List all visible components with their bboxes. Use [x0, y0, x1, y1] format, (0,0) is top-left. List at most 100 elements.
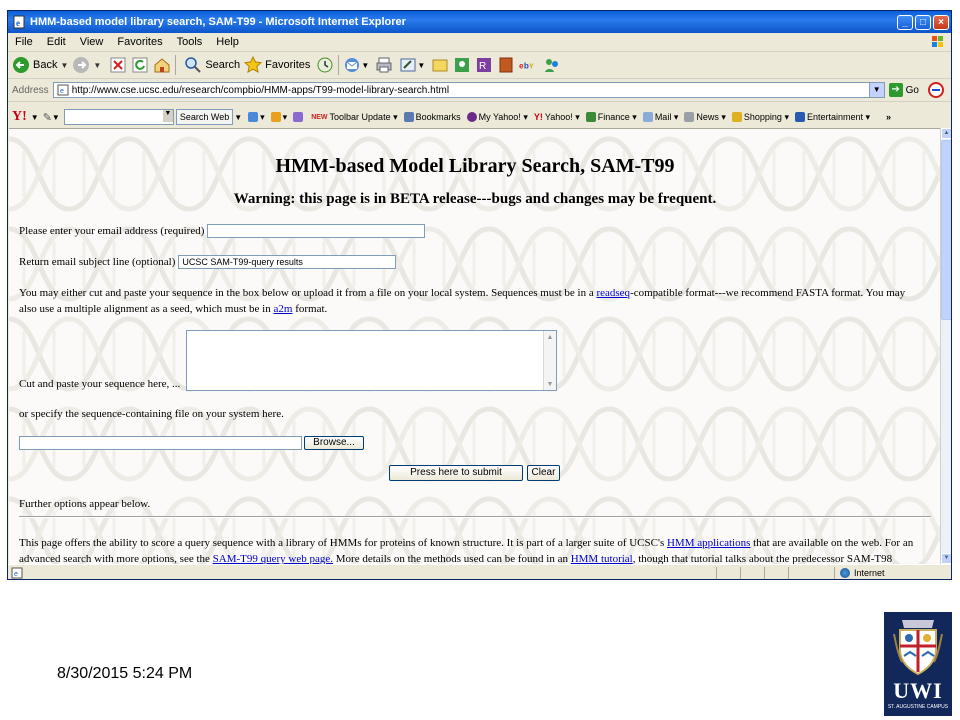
further-options-note: Further options appear below.	[19, 498, 151, 510]
clear-button[interactable]: Clear	[527, 465, 560, 481]
history-icon[interactable]	[316, 56, 334, 74]
yahoo-more-chevron-icon[interactable]: »	[886, 112, 891, 122]
svg-text:e: e	[60, 88, 64, 95]
go-arrow-icon: ➔	[888, 83, 903, 97]
status-cell	[716, 567, 717, 579]
yahoo-toolbar-update[interactable]: NEW Toolbar Update ▾	[311, 112, 397, 123]
home-icon[interactable]	[153, 56, 171, 74]
back-dropdown-icon[interactable]: ▼	[60, 61, 68, 70]
yahoo-logo-dropdown-icon[interactable]: ▼	[31, 113, 39, 122]
yahoo-search-dropdown-icon[interactable]: ▼	[162, 110, 173, 122]
yahoo-lock-icon[interactable]	[293, 112, 305, 122]
yahoo-bookmarks[interactable]: Bookmarks	[403, 112, 461, 122]
refresh-icon[interactable]	[131, 56, 149, 74]
minimize-button[interactable]: _	[897, 14, 913, 30]
textarea-scrollbar[interactable]: ▲ ▼	[543, 331, 556, 390]
edit-dropdown-icon[interactable]: ▼	[417, 61, 425, 70]
zone-label: Internet	[854, 568, 885, 578]
pencil-icon[interactable]: ✎	[43, 111, 52, 124]
page-icon: e	[57, 84, 69, 96]
status-cell	[788, 567, 789, 579]
yahoo-finance[interactable]: Finance ▾	[585, 112, 637, 123]
yahoo-search-input[interactable]: ▼	[63, 109, 174, 125]
mail-dropdown-icon[interactable]: ▼	[361, 61, 369, 70]
hmm-applications-link[interactable]: HMM applications	[667, 537, 750, 549]
sequence-textarea[interactable]: ▲ ▼	[186, 330, 557, 391]
upload-instructions: You may either cut and paste your sequen…	[19, 285, 924, 317]
mail-icon[interactable]	[343, 56, 361, 74]
scroll-down-icon[interactable]: ▼	[941, 553, 951, 564]
yahoo-my-yahoo[interactable]: My Yahoo! ▾	[466, 112, 528, 123]
uwi-campus: ST. AUGUSTINE CAMPUS	[887, 704, 949, 710]
internet-globe-icon	[840, 568, 850, 578]
textarea-scroll-down-icon[interactable]: ▼	[544, 378, 556, 390]
yahoo-popup-blocker-icon[interactable]: ▾	[270, 112, 287, 123]
readseq-link[interactable]: readseq	[596, 287, 630, 299]
menu-edit[interactable]: Edit	[40, 36, 73, 48]
forward-dropdown-icon[interactable]: ▼	[93, 61, 101, 70]
menu-file[interactable]: File	[8, 36, 40, 48]
yahoo-entertainment[interactable]: Entertainment ▾	[794, 112, 870, 123]
uwi-wordmark: UWI	[893, 678, 943, 703]
scroll-up-icon[interactable]: ▲	[941, 128, 951, 139]
scroll-thumb[interactable]	[941, 140, 951, 320]
yahoo-shopping[interactable]: Shopping ▾	[731, 112, 789, 123]
email-input[interactable]	[207, 224, 426, 238]
yahoo-logo[interactable]: Y!	[12, 109, 27, 125]
my-yahoo-label: My Yahoo!	[478, 112, 521, 122]
finance-icon	[585, 112, 596, 122]
print-icon[interactable]	[375, 56, 393, 74]
messenger-icon[interactable]	[453, 56, 471, 74]
status-cell	[740, 567, 741, 579]
forward-button[interactable]: ▼	[72, 54, 101, 76]
yahoo-yahoo[interactable]: Y! Yahoo! ▾	[534, 112, 580, 123]
search-web-dropdown-icon[interactable]: ▼	[234, 113, 242, 122]
my-yahoo-icon	[466, 112, 477, 122]
a2m-link[interactable]: a2m	[273, 303, 292, 315]
page-title: HMM-based Model Library Search, SAM-T99	[275, 155, 675, 177]
intro-paragraph: This page offers the ability to score a …	[19, 535, 924, 565]
address-url: http://www.cse.ucsc.edu/research/compbio…	[71, 84, 450, 96]
messenger-buddy-icon[interactable]	[543, 56, 561, 74]
yahoo-news[interactable]: News ▾	[684, 112, 726, 123]
search-button[interactable]: Search	[184, 54, 240, 76]
yahoo-search-web-button[interactable]: Search Web	[175, 109, 234, 125]
research-icon[interactable]: R	[475, 56, 493, 74]
translate-icon[interactable]	[927, 81, 945, 99]
menu-tools[interactable]: Tools	[170, 36, 210, 48]
security-zone: Internet	[840, 568, 885, 578]
address-input[interactable]: e http://www.cse.ucsc.edu/research/compb…	[52, 82, 885, 98]
browser-window: e HMM-based model library search, SAM-T9…	[7, 10, 952, 580]
bookmarks-label: Bookmarks	[415, 112, 461, 122]
pencil-dropdown-icon[interactable]: ▼	[52, 113, 60, 122]
favorites-button[interactable]: Favorites	[244, 54, 310, 76]
email-row: Please enter your email address (require…	[19, 224, 426, 238]
maximize-button[interactable]: □	[915, 14, 931, 30]
file-path-input[interactable]	[19, 436, 302, 450]
slide-timestamp: 8/30/2015 5:24 PM	[57, 665, 193, 682]
menu-favorites[interactable]: Favorites	[110, 36, 169, 48]
go-button[interactable]: ➔ Go	[888, 83, 919, 97]
browse-button[interactable]: Browse...	[304, 436, 364, 450]
subject-input[interactable]: UCSC SAM-T99-query results	[178, 255, 397, 269]
upload-text-a: You may either cut and paste your sequen…	[19, 287, 597, 299]
yahoo-mail[interactable]: Mail ▾	[642, 112, 678, 123]
menu-view[interactable]: View	[73, 36, 111, 48]
address-dropdown-icon[interactable]: ▼	[868, 83, 884, 97]
page-scrollbar[interactable]: ▲ ▼	[940, 128, 951, 564]
textarea-scroll-up-icon[interactable]: ▲	[544, 331, 556, 343]
folder-icon[interactable]	[431, 56, 449, 74]
go-label: Go	[905, 84, 919, 96]
ebay-icon[interactable]: ebY	[519, 56, 537, 74]
back-button[interactable]: Back ▼	[12, 54, 68, 76]
close-button[interactable]: ×	[933, 14, 949, 30]
yahoo-highlight-icon[interactable]: ▾	[248, 112, 265, 123]
stop-icon[interactable]	[109, 56, 127, 74]
submit-button[interactable]: Press here to submit	[389, 465, 523, 481]
windows-logo-icon	[932, 36, 943, 47]
mail-envelope-icon	[642, 112, 653, 122]
book-icon[interactable]	[497, 56, 515, 74]
edit-icon[interactable]	[399, 56, 417, 74]
menu-help[interactable]: Help	[209, 36, 246, 48]
file-row: Browse...	[19, 436, 364, 450]
